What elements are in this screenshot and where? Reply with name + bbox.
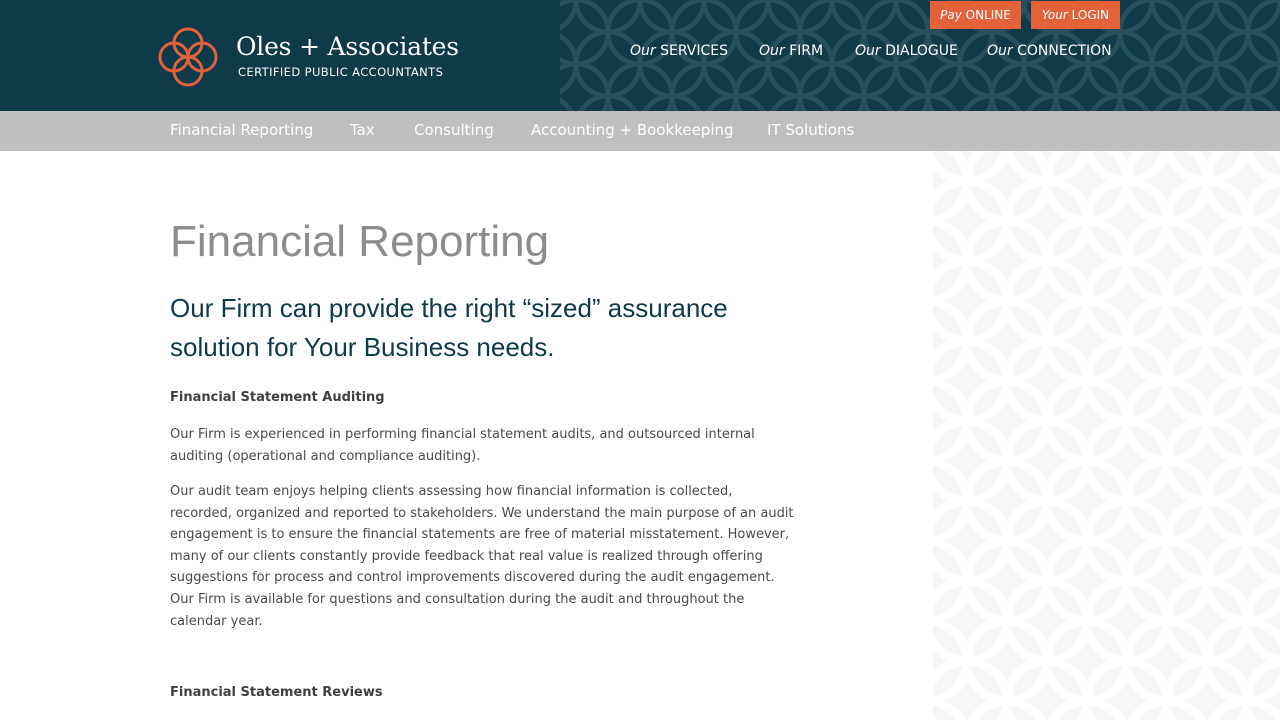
lead-heading: Our Firm can provide the right “sized” a…: [170, 293, 728, 362]
section-heading-reviews: Financial Statement Reviews: [170, 685, 383, 700]
subnav-it-solutions[interactable]: IT Solutions: [767, 121, 854, 139]
services-subnav: Financial Reporting Tax Consulting Accou…: [0, 111, 1280, 151]
site-header: Oles + Associates CERTIFIED PUBLIC ACCOU…: [0, 0, 1280, 111]
login-prefix: Your: [1041, 8, 1068, 22]
page-title: Financial Reporting: [170, 217, 550, 266]
main-nav-services[interactable]: Our SERVICES: [630, 43, 728, 59]
subnav-consulting[interactable]: Consulting: [414, 121, 494, 139]
main-nav: Our SERVICES Our FIRM Our DIALOGUE Our C…: [0, 43, 1280, 63]
login-button[interactable]: Your LOGIN: [1031, 1, 1120, 29]
pay-online-button[interactable]: Pay ONLINE: [930, 1, 1021, 29]
auditing-paragraph-1: Our Firm is experienced in performing fi…: [170, 427, 755, 464]
side-decorative-pattern: [933, 151, 1280, 720]
main-nav-firm[interactable]: Our FIRM: [759, 43, 823, 59]
main-nav-label: DIALOGUE: [885, 43, 958, 59]
main-nav-dialogue[interactable]: Our DIALOGUE: [855, 43, 958, 59]
pay-online-prefix: Pay: [940, 8, 962, 22]
brand-tagline: CERTIFIED PUBLIC ACCOUNTANTS: [238, 65, 444, 79]
login-label: LOGIN: [1071, 8, 1110, 22]
main-nav-connection[interactable]: Our CONNECTION: [987, 43, 1112, 59]
subnav-tax[interactable]: Tax: [350, 121, 375, 139]
main-nav-label: CONNECTION: [1017, 43, 1112, 59]
subnav-financial-reporting[interactable]: Financial Reporting: [170, 121, 313, 139]
main-nav-label: FIRM: [789, 43, 824, 59]
side-pattern-graphic: [933, 151, 1280, 720]
main-nav-prefix: Our: [759, 43, 785, 59]
pay-online-label: ONLINE: [965, 8, 1011, 22]
auditing-paragraph-2: Our audit team enjoys helping clients as…: [170, 484, 794, 629]
subnav-accounting-bookkeeping[interactable]: Accounting + Bookkeeping: [531, 121, 734, 139]
main-nav-prefix: Our: [630, 43, 656, 59]
main-nav-prefix: Our: [987, 43, 1013, 59]
main-nav-label: SERVICES: [660, 43, 729, 59]
section-heading-auditing: Financial Statement Auditing: [170, 390, 385, 405]
main-nav-prefix: Our: [855, 43, 881, 59]
